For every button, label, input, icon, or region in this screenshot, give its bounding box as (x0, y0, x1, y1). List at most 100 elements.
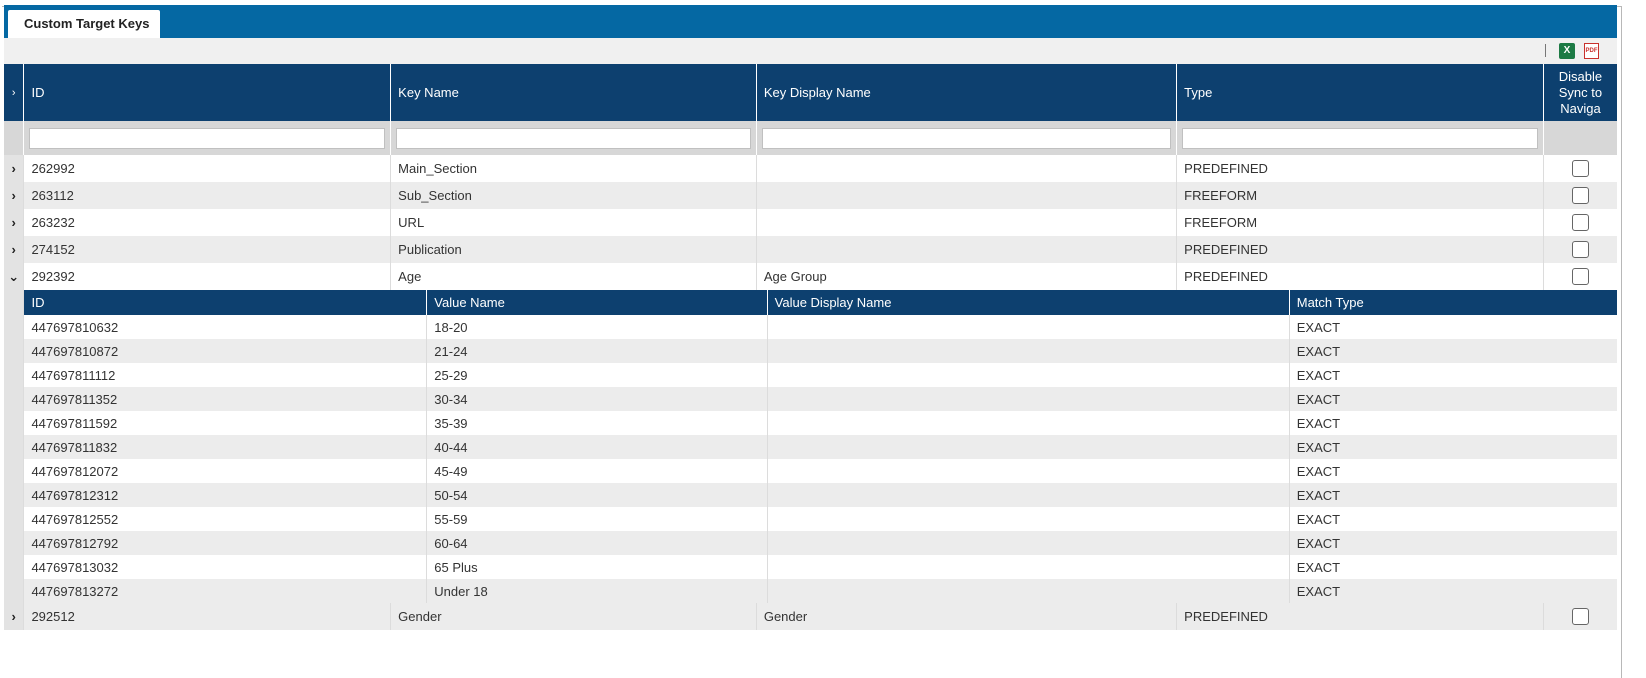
sub-cell-value-name: 55-59 (426, 507, 768, 531)
disable-sync-checkbox[interactable] (1571, 608, 1589, 626)
filter-id-input[interactable] (29, 127, 386, 149)
sub-table-row[interactable]: 447697810632 18-20 EXACT (24, 315, 1617, 339)
disable-sync-checkbox[interactable] (1571, 187, 1589, 205)
tab-custom-target-keys[interactable]: Custom Target Keys (8, 10, 160, 38)
table-row[interactable]: › 274152 Publication PREDEFINED (4, 236, 1617, 263)
sub-column-header-value-display-name[interactable]: Value Display Name (766, 290, 1290, 315)
cell-key-name: Publication (390, 236, 757, 263)
cell-key-display-name: Age Group (755, 263, 1177, 290)
disable-sync-checkbox[interactable] (1571, 241, 1589, 259)
cell-key-display-name (755, 236, 1177, 263)
sub-cell-match-type: EXACT (1288, 531, 1617, 555)
expand-row-icon[interactable]: › (4, 236, 24, 263)
filter-key-name-input[interactable] (396, 127, 751, 149)
sub-cell-id: 447697811832 (24, 435, 427, 459)
sub-cell-value-display-name (766, 435, 1290, 459)
sub-cell-value-display-name (766, 387, 1290, 411)
sub-cell-id: 447697810632 (24, 315, 427, 339)
sub-cell-value-display-name (766, 507, 1290, 531)
sub-cell-match-type: EXACT (1288, 579, 1617, 603)
sub-cell-id: 447697810872 (24, 339, 427, 363)
filter-key-display-name-input[interactable] (761, 127, 1172, 149)
cell-id: 263112 (23, 182, 391, 209)
expand-row-icon[interactable]: › (4, 603, 24, 630)
sub-table-row[interactable]: 447697812552 55-59 EXACT (24, 507, 1617, 531)
sub-cell-value-display-name (766, 579, 1290, 603)
sub-cell-id: 447697812312 (24, 483, 427, 507)
cell-key-name: URL (390, 209, 757, 236)
sub-column-header-match-type[interactable]: Match Type (1288, 290, 1617, 315)
cell-type: FREEFORM (1176, 209, 1544, 236)
cell-id: 262992 (23, 155, 391, 182)
table-row[interactable]: › 263112 Sub_Section FREEFORM (4, 182, 1617, 209)
sub-table-row[interactable]: 447697811832 40-44 EXACT (24, 435, 1617, 459)
column-header-id[interactable]: ID (23, 64, 391, 121)
sub-cell-match-type: EXACT (1288, 483, 1617, 507)
sub-column-header-id[interactable]: ID (24, 290, 427, 315)
cell-type: PREDEFINED (1176, 236, 1544, 263)
sub-table-row[interactable]: 447697813272 Under 18 EXACT (24, 579, 1617, 603)
sub-table-row[interactable]: 447697810872 21-24 EXACT (24, 339, 1617, 363)
sub-cell-id: 447697812792 (24, 531, 427, 555)
sub-table-row[interactable]: 447697811112 25-29 EXACT (24, 363, 1617, 387)
sub-cell-value-display-name (766, 555, 1290, 579)
sub-cell-value-name: Under 18 (426, 579, 768, 603)
cell-type: PREDEFINED (1176, 263, 1544, 290)
cell-key-display-name (755, 155, 1177, 182)
collapse-row-icon[interactable]: ⌄ (4, 263, 24, 290)
cell-key-name: Sub_Section (390, 182, 757, 209)
toolbar-separator (1545, 44, 1546, 57)
sub-cell-match-type: EXACT (1288, 387, 1617, 411)
column-header-key-display-name[interactable]: Key Display Name (755, 64, 1177, 121)
sub-cell-match-type: EXACT (1288, 315, 1617, 339)
table-row[interactable]: › 263232 URL FREEFORM (4, 209, 1617, 236)
cell-type: FREEFORM (1176, 182, 1544, 209)
sub-table-row[interactable]: 447697811352 30-34 EXACT (24, 387, 1617, 411)
cell-key-display-name (755, 182, 1177, 209)
column-header-disable-sync[interactable]: Disable Sync to Naviga (1542, 64, 1617, 121)
sub-cell-value-name: 50-54 (426, 483, 768, 507)
tab-bar: Custom Target Keys (4, 5, 1617, 38)
disable-sync-checkbox[interactable] (1571, 160, 1589, 178)
sub-cell-match-type: EXACT (1288, 339, 1617, 363)
table-row[interactable]: › 262992 Main_Section PREDEFINED (4, 155, 1617, 182)
sub-cell-id: 447697811352 (24, 387, 427, 411)
cell-key-display-name (755, 209, 1177, 236)
cell-key-name: Gender (390, 603, 757, 630)
pdf-export-icon[interactable]: PDF (1584, 43, 1599, 59)
disable-sync-checkbox[interactable] (1571, 268, 1589, 286)
target-keys-grid: › ID Key Name Key Display Name Type Disa… (4, 64, 1617, 630)
expand-row-icon[interactable]: › (4, 209, 24, 236)
cell-id: 292512 (23, 603, 391, 630)
sub-cell-id: 447697812072 (24, 459, 427, 483)
column-header-type[interactable]: Type (1176, 64, 1544, 121)
sub-table-row[interactable]: 447697812312 50-54 EXACT (24, 483, 1617, 507)
sub-cell-value-name: 65 Plus (426, 555, 768, 579)
header-expand-column[interactable]: › (4, 64, 24, 121)
cell-id: 263232 (23, 209, 391, 236)
sub-table-row[interactable]: 447697813032 65 Plus EXACT (24, 555, 1617, 579)
sub-column-header-value-name[interactable]: Value Name (426, 290, 768, 315)
table-row[interactable]: › 292512 Gender Gender PREDEFINED (4, 603, 1617, 630)
sub-cell-match-type: EXACT (1288, 555, 1617, 579)
sub-cell-value-name: 45-49 (426, 459, 768, 483)
sub-cell-value-name: 35-39 (426, 411, 768, 435)
expand-row-icon[interactable]: › (4, 155, 24, 182)
column-header-key-name[interactable]: Key Name (390, 64, 757, 121)
sub-cell-value-display-name (766, 483, 1290, 507)
cell-id: 292392 (23, 263, 391, 290)
filter-type-input[interactable] (1182, 127, 1538, 149)
sub-cell-value-display-name (766, 531, 1290, 555)
disable-sync-checkbox[interactable] (1571, 214, 1589, 232)
detail-row: ID Value Name Value Display Name Match T… (4, 290, 1617, 603)
filter-row (4, 121, 1617, 155)
sub-cell-value-display-name (766, 363, 1290, 387)
expand-row-icon[interactable]: › (4, 182, 24, 209)
sub-table-row[interactable]: 447697811592 35-39 EXACT (24, 411, 1617, 435)
sub-table-row[interactable]: 447697812072 45-49 EXACT (24, 459, 1617, 483)
table-row[interactable]: ⌄ 292392 Age Age Group PREDEFINED (4, 263, 1617, 290)
key-values-subgrid: ID Value Name Value Display Name Match T… (24, 290, 1617, 603)
sub-cell-id: 447697812552 (24, 507, 427, 531)
excel-export-icon[interactable]: X (1559, 43, 1575, 59)
sub-table-row[interactable]: 447697812792 60-64 EXACT (24, 531, 1617, 555)
